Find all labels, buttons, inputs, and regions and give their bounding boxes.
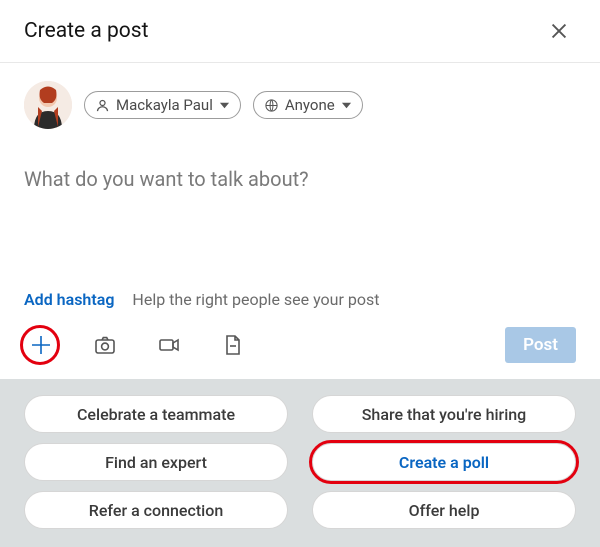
chevron-down-icon [341, 100, 352, 111]
modal-title: Create a post [24, 19, 148, 43]
avatar [24, 81, 72, 129]
composer-area[interactable]: What do you want to talk about? [24, 167, 576, 191]
composer-placeholder: What do you want to talk about? [24, 167, 576, 191]
camera-icon [93, 333, 117, 357]
option-share-hiring[interactable]: Share that you're hiring [312, 395, 576, 433]
visibility-selector[interactable]: Anyone [253, 91, 363, 119]
add-photo-button[interactable] [88, 328, 122, 362]
hashtag-help-text: Help the right people see your post [132, 290, 379, 309]
post-button[interactable]: Post [505, 327, 576, 363]
option-create-poll[interactable]: Create a poll [312, 443, 576, 481]
modal-header: Create a post [0, 0, 600, 63]
author-name: Mackayla Paul [116, 96, 213, 114]
option-refer-connection[interactable]: Refer a connection [24, 491, 288, 529]
add-hashtag-button[interactable]: Add hashtag [24, 290, 114, 309]
option-celebrate-teammate[interactable]: Celebrate a teammate [24, 395, 288, 433]
chevron-down-icon [219, 100, 230, 111]
avatar-image [24, 81, 72, 129]
hashtag-row: Add hashtag Help the right people see yo… [24, 290, 576, 309]
author-selector[interactable]: Mackayla Paul [84, 91, 241, 119]
close-button[interactable] [542, 14, 576, 48]
option-find-expert[interactable]: Find an expert [24, 443, 288, 481]
globe-icon [264, 98, 279, 113]
close-icon [548, 20, 570, 42]
modal-body: Mackayla Paul Anyone What do you want to… [0, 63, 600, 379]
person-icon [95, 98, 110, 113]
document-icon [221, 333, 245, 357]
option-offer-help[interactable]: Offer help [312, 491, 576, 529]
visibility-label: Anyone [285, 96, 335, 114]
plus-icon [29, 333, 53, 357]
add-document-button[interactable] [216, 328, 250, 362]
option-label: Create a poll [399, 453, 489, 472]
toolbar: Post [24, 309, 576, 379]
video-icon [157, 333, 181, 357]
add-more-button[interactable] [24, 328, 58, 362]
author-row: Mackayla Paul Anyone [24, 81, 576, 129]
more-options-panel: Celebrate a teammate Share that you're h… [0, 379, 600, 547]
add-video-button[interactable] [152, 328, 186, 362]
